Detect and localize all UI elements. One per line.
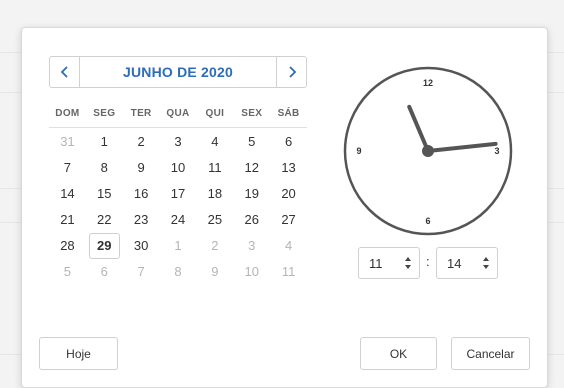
calendar-day[interactable]: 4 — [198, 129, 231, 155]
weekday-label: DOM — [55, 108, 80, 119]
clock-label-3: 3 — [494, 146, 499, 156]
calendar-day[interactable]: 30 — [125, 233, 158, 259]
calendar-day[interactable]: 3 — [162, 129, 195, 155]
calendar-day[interactable]: 18 — [198, 181, 231, 207]
calendar-day[interactable]: 25 — [198, 207, 231, 233]
weekday-label: SEG — [93, 108, 116, 119]
calendar-day-other-month[interactable]: 6 — [88, 259, 121, 285]
calendar-day[interactable]: 13 — [272, 155, 305, 181]
minute-stepper[interactable]: 14 — [436, 247, 498, 279]
clock-label-9: 9 — [356, 146, 361, 156]
calendar-day-other-month[interactable]: 4 — [272, 233, 305, 259]
ok-button[interactable]: OK — [360, 337, 437, 370]
calendar-day-other-month[interactable]: 9 — [198, 259, 231, 285]
month-title[interactable]: JUNHO DE 2020 — [80, 64, 276, 80]
calendar-day[interactable]: 1 — [88, 129, 121, 155]
weekday-label: SEX — [241, 108, 263, 119]
cancel-button[interactable]: Cancelar — [451, 337, 530, 370]
calendar-day-other-month[interactable]: 1 — [162, 233, 195, 259]
weekday-label: SÁB — [277, 108, 300, 119]
minute-spinner[interactable] — [475, 255, 497, 271]
increment-hour-icon[interactable] — [405, 257, 411, 261]
datetime-picker-popup: JUNHO DE 2020 DOM SEG TER QUA QUI SEX SÁB 31 1 2… — [21, 27, 548, 388]
hour-stepper[interactable]: 11 — [358, 247, 420, 279]
calendar-day[interactable]: 8 — [88, 155, 121, 181]
calendar-day-other-month[interactable]: 11 — [272, 259, 305, 285]
calendar-day[interactable]: 26 — [235, 207, 268, 233]
calendar-day[interactable]: 15 — [88, 181, 121, 207]
calendar-day-other-month[interactable]: 5 — [51, 259, 84, 285]
calendar-day[interactable]: 16 — [125, 181, 158, 207]
analog-clock[interactable]: 12 3 6 9 — [342, 65, 514, 237]
minute-value[interactable]: 14 — [437, 256, 475, 271]
weekday-label: QUA — [166, 108, 190, 119]
calendar-day-other-month[interactable]: 3 — [235, 233, 268, 259]
increment-minute-icon[interactable] — [483, 257, 489, 261]
next-month-button[interactable] — [276, 57, 306, 87]
calendar-day[interactable]: 21 — [51, 207, 84, 233]
calendar-day[interactable]: 5 — [235, 129, 268, 155]
calendar-day[interactable]: 6 — [272, 129, 305, 155]
calendar-day-other-month[interactable]: 7 — [125, 259, 158, 285]
calendar-day[interactable]: 28 — [51, 233, 84, 259]
chevron-right-icon — [288, 66, 296, 78]
calendar-day[interactable]: 22 — [88, 207, 121, 233]
decrement-hour-icon[interactable] — [405, 265, 411, 269]
calendar-day-today[interactable]: 29 — [88, 233, 120, 259]
calendar-day[interactable]: 11 — [198, 155, 231, 181]
calendar-day[interactable]: 9 — [125, 155, 158, 181]
calendar-day[interactable]: 17 — [162, 181, 195, 207]
calendar-day[interactable]: 2 — [125, 129, 158, 155]
clock-center-pin — [422, 145, 434, 157]
chevron-left-icon — [60, 66, 68, 78]
decrement-minute-icon[interactable] — [483, 265, 489, 269]
calendar-day[interactable]: 7 — [51, 155, 84, 181]
time-separator: : — [426, 254, 430, 269]
calendar-day[interactable]: 27 — [272, 207, 305, 233]
clock-label-6: 6 — [425, 216, 430, 226]
calendar-day-other-month[interactable]: 2 — [198, 233, 231, 259]
weekday-label: TER — [130, 108, 152, 119]
weekday-label: QUI — [205, 108, 225, 119]
today-button[interactable]: Hoje — [39, 337, 118, 370]
hour-spinner[interactable] — [397, 255, 419, 271]
hour-value[interactable]: 11 — [359, 256, 397, 271]
calendar-day[interactable]: 10 — [162, 155, 195, 181]
calendar-day-other-month[interactable]: 31 — [51, 129, 84, 155]
weekday-header-row: DOM SEG TER QUA QUI SEX SÁB — [49, 100, 307, 128]
calendar-day-grid: 31 1 2 3 4 5 6 7 8 9 10 11 12 13 14 15 16 17 18 19 20 21 22 23 2… — [49, 129, 307, 285]
calendar-day[interactable]: 23 — [125, 207, 158, 233]
previous-month-button[interactable] — [50, 57, 80, 87]
calendar-day[interactable]: 12 — [235, 155, 268, 181]
calendar-day-other-month[interactable]: 10 — [235, 259, 268, 285]
calendar-day-other-month[interactable]: 8 — [162, 259, 195, 285]
calendar-day[interactable]: 14 — [51, 181, 84, 207]
calendar-header: JUNHO DE 2020 — [49, 56, 307, 88]
calendar-day[interactable]: 24 — [162, 207, 195, 233]
clock-label-12: 12 — [423, 78, 433, 88]
calendar-day[interactable]: 20 — [272, 181, 305, 207]
calendar-day[interactable]: 19 — [235, 181, 268, 207]
